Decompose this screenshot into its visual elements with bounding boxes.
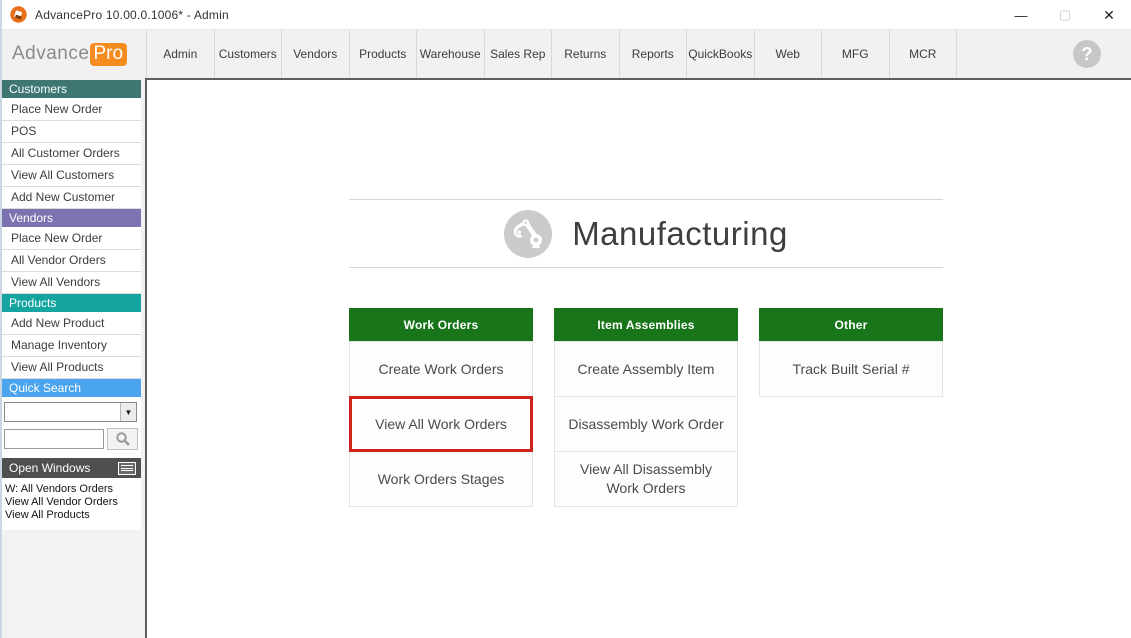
- sidebar-section-quick-search: Quick Search: [2, 379, 141, 397]
- sidebar-section-customers: Customers: [2, 80, 141, 98]
- sidebar-item-view-all-vendors[interactable]: View All Vendors: [2, 272, 141, 294]
- nav-tab-reports[interactable]: Reports: [620, 30, 688, 78]
- panel-work-orders: Work Orders Create Work Orders View All …: [349, 308, 533, 507]
- sidebar-item-view-all-customers[interactable]: View All Customers: [2, 165, 141, 187]
- nav-tab-web[interactable]: Web: [755, 30, 823, 78]
- open-window-item[interactable]: View All Vendor Orders: [5, 496, 141, 509]
- nav-tab-returns[interactable]: Returns: [552, 30, 620, 78]
- logo-text-advance: Advance: [12, 43, 89, 65]
- panel-header-work-orders: Work Orders: [349, 308, 533, 342]
- sidebar-item-place-new-order-vendor[interactable]: Place New Order: [2, 228, 141, 250]
- page-title-block: Manufacturing: [349, 199, 943, 268]
- panel-other: Other Track Built Serial #: [759, 308, 943, 397]
- open-windows-title: Open Windows: [9, 458, 90, 478]
- quick-search-area: ▼: [2, 398, 141, 456]
- menu-work-orders-stages[interactable]: Work Orders Stages: [349, 451, 533, 507]
- help-button[interactable]: ?: [1073, 40, 1101, 68]
- window-title: AdvancePro 10.00.0.1006* - Admin: [35, 8, 229, 22]
- menu-view-all-disassembly-work-orders[interactable]: View All Disassembly Work Orders: [554, 451, 738, 507]
- nav-tab-warehouse[interactable]: Warehouse: [417, 30, 485, 78]
- nav-tab-mcr[interactable]: MCR: [890, 30, 958, 78]
- search-icon: [115, 431, 131, 447]
- panel-item-assemblies: Item Assemblies Create Assembly Item Dis…: [554, 308, 738, 507]
- nav-tab-vendors[interactable]: Vendors: [282, 30, 350, 78]
- nav-tab-products[interactable]: Products: [350, 30, 418, 78]
- nav-tab-sales-rep[interactable]: Sales Rep: [485, 30, 553, 78]
- menu-view-all-work-orders[interactable]: View All Work Orders: [349, 396, 533, 452]
- panel-header-other: Other: [759, 308, 943, 342]
- open-window-item[interactable]: View All Products: [5, 509, 141, 522]
- question-icon: ?: [1082, 44, 1093, 65]
- nav-tabs: Admin Customers Vendors Products Warehou…: [147, 30, 957, 78]
- open-windows-list: W: All Vendors Orders View All Vendor Or…: [2, 479, 141, 530]
- sidebar-item-add-new-customer[interactable]: Add New Customer: [2, 187, 141, 209]
- sidebar-section-vendors: Vendors: [2, 209, 141, 227]
- manufacturing-robot-arm-icon: [504, 210, 552, 258]
- divider: [349, 267, 943, 268]
- quick-search-button[interactable]: [107, 428, 138, 450]
- top-navbar: Advance Pro Admin Customers Vendors Prod…: [2, 30, 1131, 78]
- dropdown-arrow-icon[interactable]: ▼: [120, 403, 136, 421]
- quick-search-type-select[interactable]: ▼: [4, 402, 137, 422]
- advancepro-logo: Advance Pro: [2, 30, 147, 78]
- minimize-button[interactable]: —: [999, 0, 1043, 30]
- nav-tab-quickbooks[interactable]: QuickBooks: [687, 30, 755, 78]
- logo-text-pro: Pro: [90, 43, 127, 66]
- content-area: Customers Place New Order POS All Custom…: [2, 78, 1131, 638]
- window-controls: — ▢ ✕: [999, 0, 1131, 30]
- page-title: Manufacturing: [572, 215, 788, 253]
- quick-search-input[interactable]: [4, 429, 104, 449]
- panel-header-item-assemblies: Item Assemblies: [554, 308, 738, 342]
- menu-track-built-serial[interactable]: Track Built Serial #: [759, 341, 943, 397]
- sidebar-item-manage-inventory[interactable]: Manage Inventory: [2, 335, 141, 357]
- menu-create-work-orders[interactable]: Create Work Orders: [349, 341, 533, 397]
- advancepro-app-icon: [10, 6, 27, 23]
- sidebar-item-pos[interactable]: POS: [2, 121, 141, 143]
- menu-disassembly-work-order[interactable]: Disassembly Work Order: [554, 396, 738, 452]
- sidebar-section-products: Products: [2, 294, 141, 312]
- open-windows-list-icon[interactable]: [118, 462, 136, 475]
- nav-tab-customers[interactable]: Customers: [215, 30, 283, 78]
- manufacturing-screen: Manufacturing Work Orders Create Work Or…: [145, 78, 1131, 638]
- maximize-button[interactable]: ▢: [1043, 0, 1087, 30]
- sidebar-item-all-customer-orders[interactable]: All Customer Orders: [2, 143, 141, 165]
- nav-tab-admin[interactable]: Admin: [147, 30, 215, 78]
- menu-create-assembly-item[interactable]: Create Assembly Item: [554, 341, 738, 397]
- sidebar-item-place-new-order-customer[interactable]: Place New Order: [2, 99, 141, 121]
- sidebar: Customers Place New Order POS All Custom…: [2, 78, 145, 638]
- close-button[interactable]: ✕: [1087, 0, 1131, 30]
- nav-tab-mfg[interactable]: MFG: [822, 30, 890, 78]
- sidebar-item-add-new-product[interactable]: Add New Product: [2, 313, 141, 335]
- titlebar: AdvancePro 10.00.0.1006* - Admin — ▢ ✕: [2, 0, 1131, 30]
- sidebar-item-all-vendor-orders[interactable]: All Vendor Orders: [2, 250, 141, 272]
- sidebar-section-open-windows: Open Windows: [2, 458, 141, 478]
- manufacturing-menu: Work Orders Create Work Orders View All …: [349, 308, 943, 507]
- sidebar-item-view-all-products[interactable]: View All Products: [2, 357, 141, 379]
- open-window-item[interactable]: W: All Vendors Orders: [5, 483, 141, 496]
